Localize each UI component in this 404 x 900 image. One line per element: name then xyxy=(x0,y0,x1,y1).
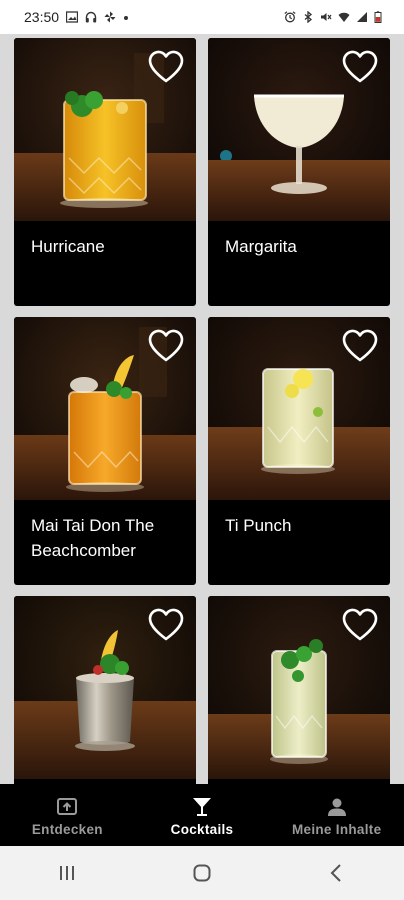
status-right xyxy=(284,11,382,23)
nav-item-entdecken[interactable]: Entdecken xyxy=(0,784,135,846)
cocktail-card[interactable] xyxy=(14,596,196,784)
nav-label: Entdecken xyxy=(31,822,103,837)
clock: 23:50 xyxy=(24,9,60,25)
favorite-heart-icon[interactable] xyxy=(148,50,184,84)
cocktail-glass-icon xyxy=(191,796,213,818)
status-left: 23:50 xyxy=(24,9,129,25)
nav-label: Meine Inhalte xyxy=(291,822,382,837)
cocktail-card[interactable]: Hurricane xyxy=(14,38,196,306)
cocktail-card[interactable] xyxy=(208,596,390,784)
bottom-nav: Entdecken Cocktails Meine Inhalte xyxy=(0,784,404,846)
image-icon xyxy=(66,11,79,23)
cocktail-card[interactable]: Margarita xyxy=(208,38,390,306)
favorite-heart-icon[interactable] xyxy=(148,608,184,642)
signal-icon xyxy=(356,11,368,23)
cocktail-grid: Hurricane Margarita Mai Tai Don The Beac… xyxy=(0,34,404,784)
headphones-icon xyxy=(85,11,97,23)
system-nav-bar xyxy=(0,846,404,900)
cocktail-name: Ti Punch xyxy=(225,516,292,535)
mute-icon xyxy=(320,11,332,23)
back-icon[interactable] xyxy=(317,853,357,893)
home-icon[interactable] xyxy=(182,853,222,893)
wifi-icon xyxy=(338,11,350,23)
status-bar: 23:50 xyxy=(0,0,404,34)
favorite-heart-icon[interactable] xyxy=(342,329,378,363)
alarm-icon xyxy=(284,11,296,23)
cocktail-name: Mai Tai Don The Beachcomber xyxy=(31,516,155,560)
pinwheel-icon xyxy=(104,11,116,23)
dot-icon xyxy=(123,11,129,23)
cocktail-card[interactable]: Mai Tai Don The Beachcomber xyxy=(14,317,196,585)
favorite-heart-icon[interactable] xyxy=(342,608,378,642)
favorite-heart-icon[interactable] xyxy=(148,329,184,363)
cocktail-name: Hurricane xyxy=(31,237,105,256)
person-icon xyxy=(326,796,348,818)
bluetooth-icon xyxy=(302,11,314,23)
nav-label: Cocktails xyxy=(170,822,234,837)
discover-icon xyxy=(56,796,78,818)
nav-item-cocktails[interactable]: Cocktails xyxy=(135,784,270,846)
cocktail-name: Margarita xyxy=(225,237,297,256)
nav-item-meine-inhalte[interactable]: Meine Inhalte xyxy=(269,784,404,846)
recent-apps-icon[interactable] xyxy=(47,853,87,893)
battery-icon xyxy=(374,11,382,23)
cocktail-card[interactable]: Ti Punch xyxy=(208,317,390,585)
favorite-heart-icon[interactable] xyxy=(342,50,378,84)
